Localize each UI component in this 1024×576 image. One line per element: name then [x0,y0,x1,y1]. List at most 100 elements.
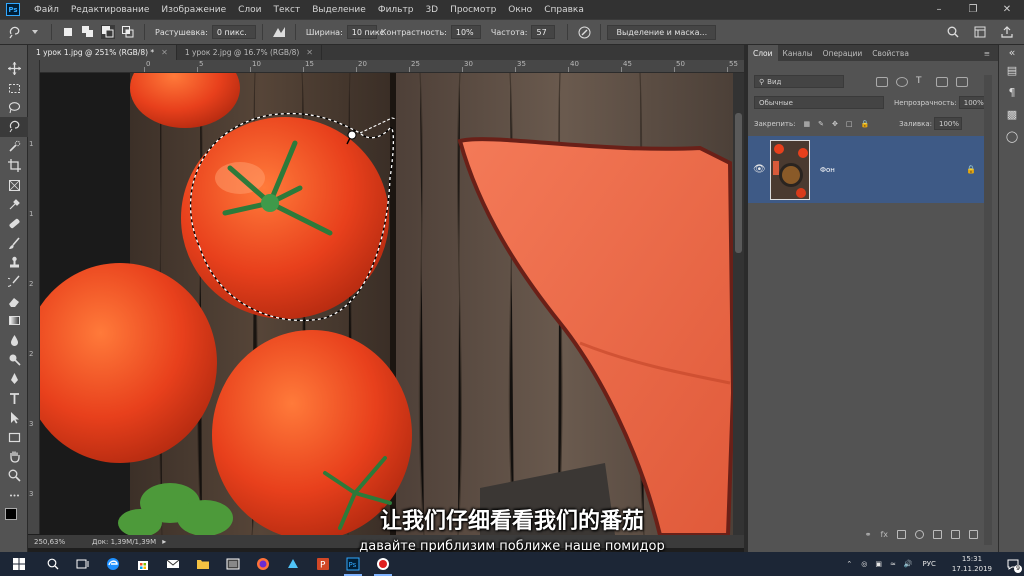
adjustments-panel-icon[interactable]: ▩ [999,103,1024,125]
blur-tool-icon[interactable] [0,330,28,349]
history-panel-icon[interactable]: ▤ [999,59,1024,81]
search-icon[interactable] [38,552,68,576]
chevron-up-icon[interactable]: ⌃ [846,560,852,568]
frequency-input[interactable]: 57 [531,25,556,39]
menu-help[interactable]: Справка [538,5,590,15]
tab-actions[interactable]: Операции [818,45,868,61]
collapse-icon[interactable]: « [999,45,1024,59]
feather-input[interactable]: 0 пикс. [211,25,256,39]
tab-properties[interactable]: Свойства [867,45,914,61]
menu-filter[interactable]: Фильтр [372,5,420,15]
frame-tool-icon[interactable] [0,175,28,194]
dropdown-arrow-icon[interactable] [28,25,42,39]
crop-tool-icon[interactable] [0,156,28,175]
task-view-icon[interactable] [68,552,98,576]
document-tab[interactable]: 1 урок 2.jpg @ 16.7% (RGB/8) ✕ [177,45,322,60]
pen-tool-icon[interactable] [0,369,28,388]
menu-select[interactable]: Выделение [306,5,372,15]
pen-pressure-icon[interactable] [577,25,591,39]
visibility-eye-icon[interactable]: 👁 [753,164,766,175]
file-explorer-icon[interactable] [188,552,218,576]
windows-start-icon[interactable] [0,552,38,576]
libraries-panel-icon[interactable]: ◯ [999,125,1024,147]
workspace-icon[interactable] [973,25,987,39]
smart-object-filter-icon[interactable] [956,76,968,87]
anti-alias-icon[interactable] [272,25,286,39]
firefox-icon[interactable] [248,552,278,576]
marquee-tool-icon[interactable] [0,78,28,97]
lock-position-icon[interactable]: ✥ [832,120,838,128]
contrast-input[interactable]: 10% [450,25,481,39]
subtract-selection-icon[interactable] [101,25,115,39]
document-tab[interactable]: 1 урок 1.jpg @ 251% (RGB/8) * ✕ [28,45,177,60]
scroll-thumb[interactable] [735,113,742,253]
fill-input[interactable]: 100% [933,117,962,130]
share-icon[interactable] [1000,25,1014,39]
dodge-tool-icon[interactable] [0,350,28,369]
vertical-scrollbar[interactable] [733,73,744,535]
search-icon[interactable] [946,25,960,39]
app-icon[interactable] [278,552,308,576]
tab-channels[interactable]: Каналы [778,45,818,61]
quick-selection-tool-icon[interactable] [0,137,28,156]
wifi-icon[interactable]: ≈ [890,560,896,568]
blend-mode-select[interactable]: Обычные [754,96,884,109]
filter-kind-select[interactable]: ⚲ Вид [754,75,844,88]
menu-file[interactable]: Файл [28,5,65,15]
paragraph-panel-icon[interactable]: ¶ [999,81,1024,103]
document-canvas[interactable] [40,73,733,535]
menu-text[interactable]: Текст [268,5,307,15]
video-editor-icon[interactable] [218,552,248,576]
move-tool-icon[interactable] [0,59,28,78]
volume-icon[interactable]: 🔊 [904,560,913,568]
clock[interactable]: 15:31 17.11.2019 [952,554,992,574]
healing-brush-tool-icon[interactable] [0,214,28,233]
magnetic-lasso-tool-icon[interactable] [0,117,28,137]
brush-tool-icon[interactable] [0,234,28,253]
shape-filter-icon[interactable] [936,76,948,87]
photoshop-taskbar-icon[interactable]: Ps [338,552,368,576]
hand-tool-icon[interactable] [0,447,28,466]
clone-stamp-tool-icon[interactable] [0,253,28,272]
network-icon[interactable]: ◎ [861,560,867,568]
close-tab-icon[interactable]: ✕ [306,48,313,57]
minimize-icon[interactable]: – [922,0,956,19]
magnetic-lasso-icon[interactable] [8,25,22,39]
eraser-tool-icon[interactable] [0,292,28,311]
record-icon[interactable] [368,552,398,576]
panel-scrollbar[interactable] [984,75,992,545]
intersect-selection-icon[interactable] [121,25,135,39]
pixel-filter-icon[interactable] [876,76,888,87]
adjustment-filter-icon[interactable] [896,76,908,87]
menu-image[interactable]: Изображение [155,5,232,15]
gradient-tool-icon[interactable] [0,311,28,330]
keyboard-language[interactable]: РУС [923,560,936,568]
opacity-input[interactable]: 100% [958,96,987,109]
history-brush-tool-icon[interactable] [0,272,28,291]
menu-3d[interactable]: 3D [419,5,444,15]
powerpoint-icon[interactable]: P [308,552,338,576]
type-tool-icon[interactable] [0,389,28,408]
mail-icon[interactable] [158,552,188,576]
tab-layers[interactable]: Слои [748,45,778,61]
close-icon[interactable]: ✕ [990,0,1024,19]
rectangle-tool-icon[interactable] [0,427,28,446]
edge-icon[interactable] [98,552,128,576]
select-and-mask-button[interactable]: Выделение и маска... [607,24,717,40]
type-filter-icon[interactable]: T [916,76,928,87]
menu-edit[interactable]: Редактирование [65,5,156,15]
menu-view[interactable]: Просмотр [444,5,502,15]
lock-transparent-icon[interactable]: ▦ [803,120,810,128]
layer-row[interactable]: 👁 Фон 🔒 [748,136,988,203]
menu-window[interactable]: Окно [502,5,538,15]
add-selection-icon[interactable] [81,25,95,39]
menu-layers[interactable]: Слои [232,5,267,15]
store-icon[interactable] [128,552,158,576]
new-selection-icon[interactable] [61,25,75,39]
lock-artboard-icon[interactable]: □ [846,120,853,128]
battery-icon[interactable]: ▣ [875,560,882,568]
lasso-tool-icon[interactable] [0,98,28,117]
zoom-tool-icon[interactable] [0,466,28,485]
layer-name[interactable]: Фон [820,166,835,174]
path-selection-tool-icon[interactable] [0,408,28,427]
